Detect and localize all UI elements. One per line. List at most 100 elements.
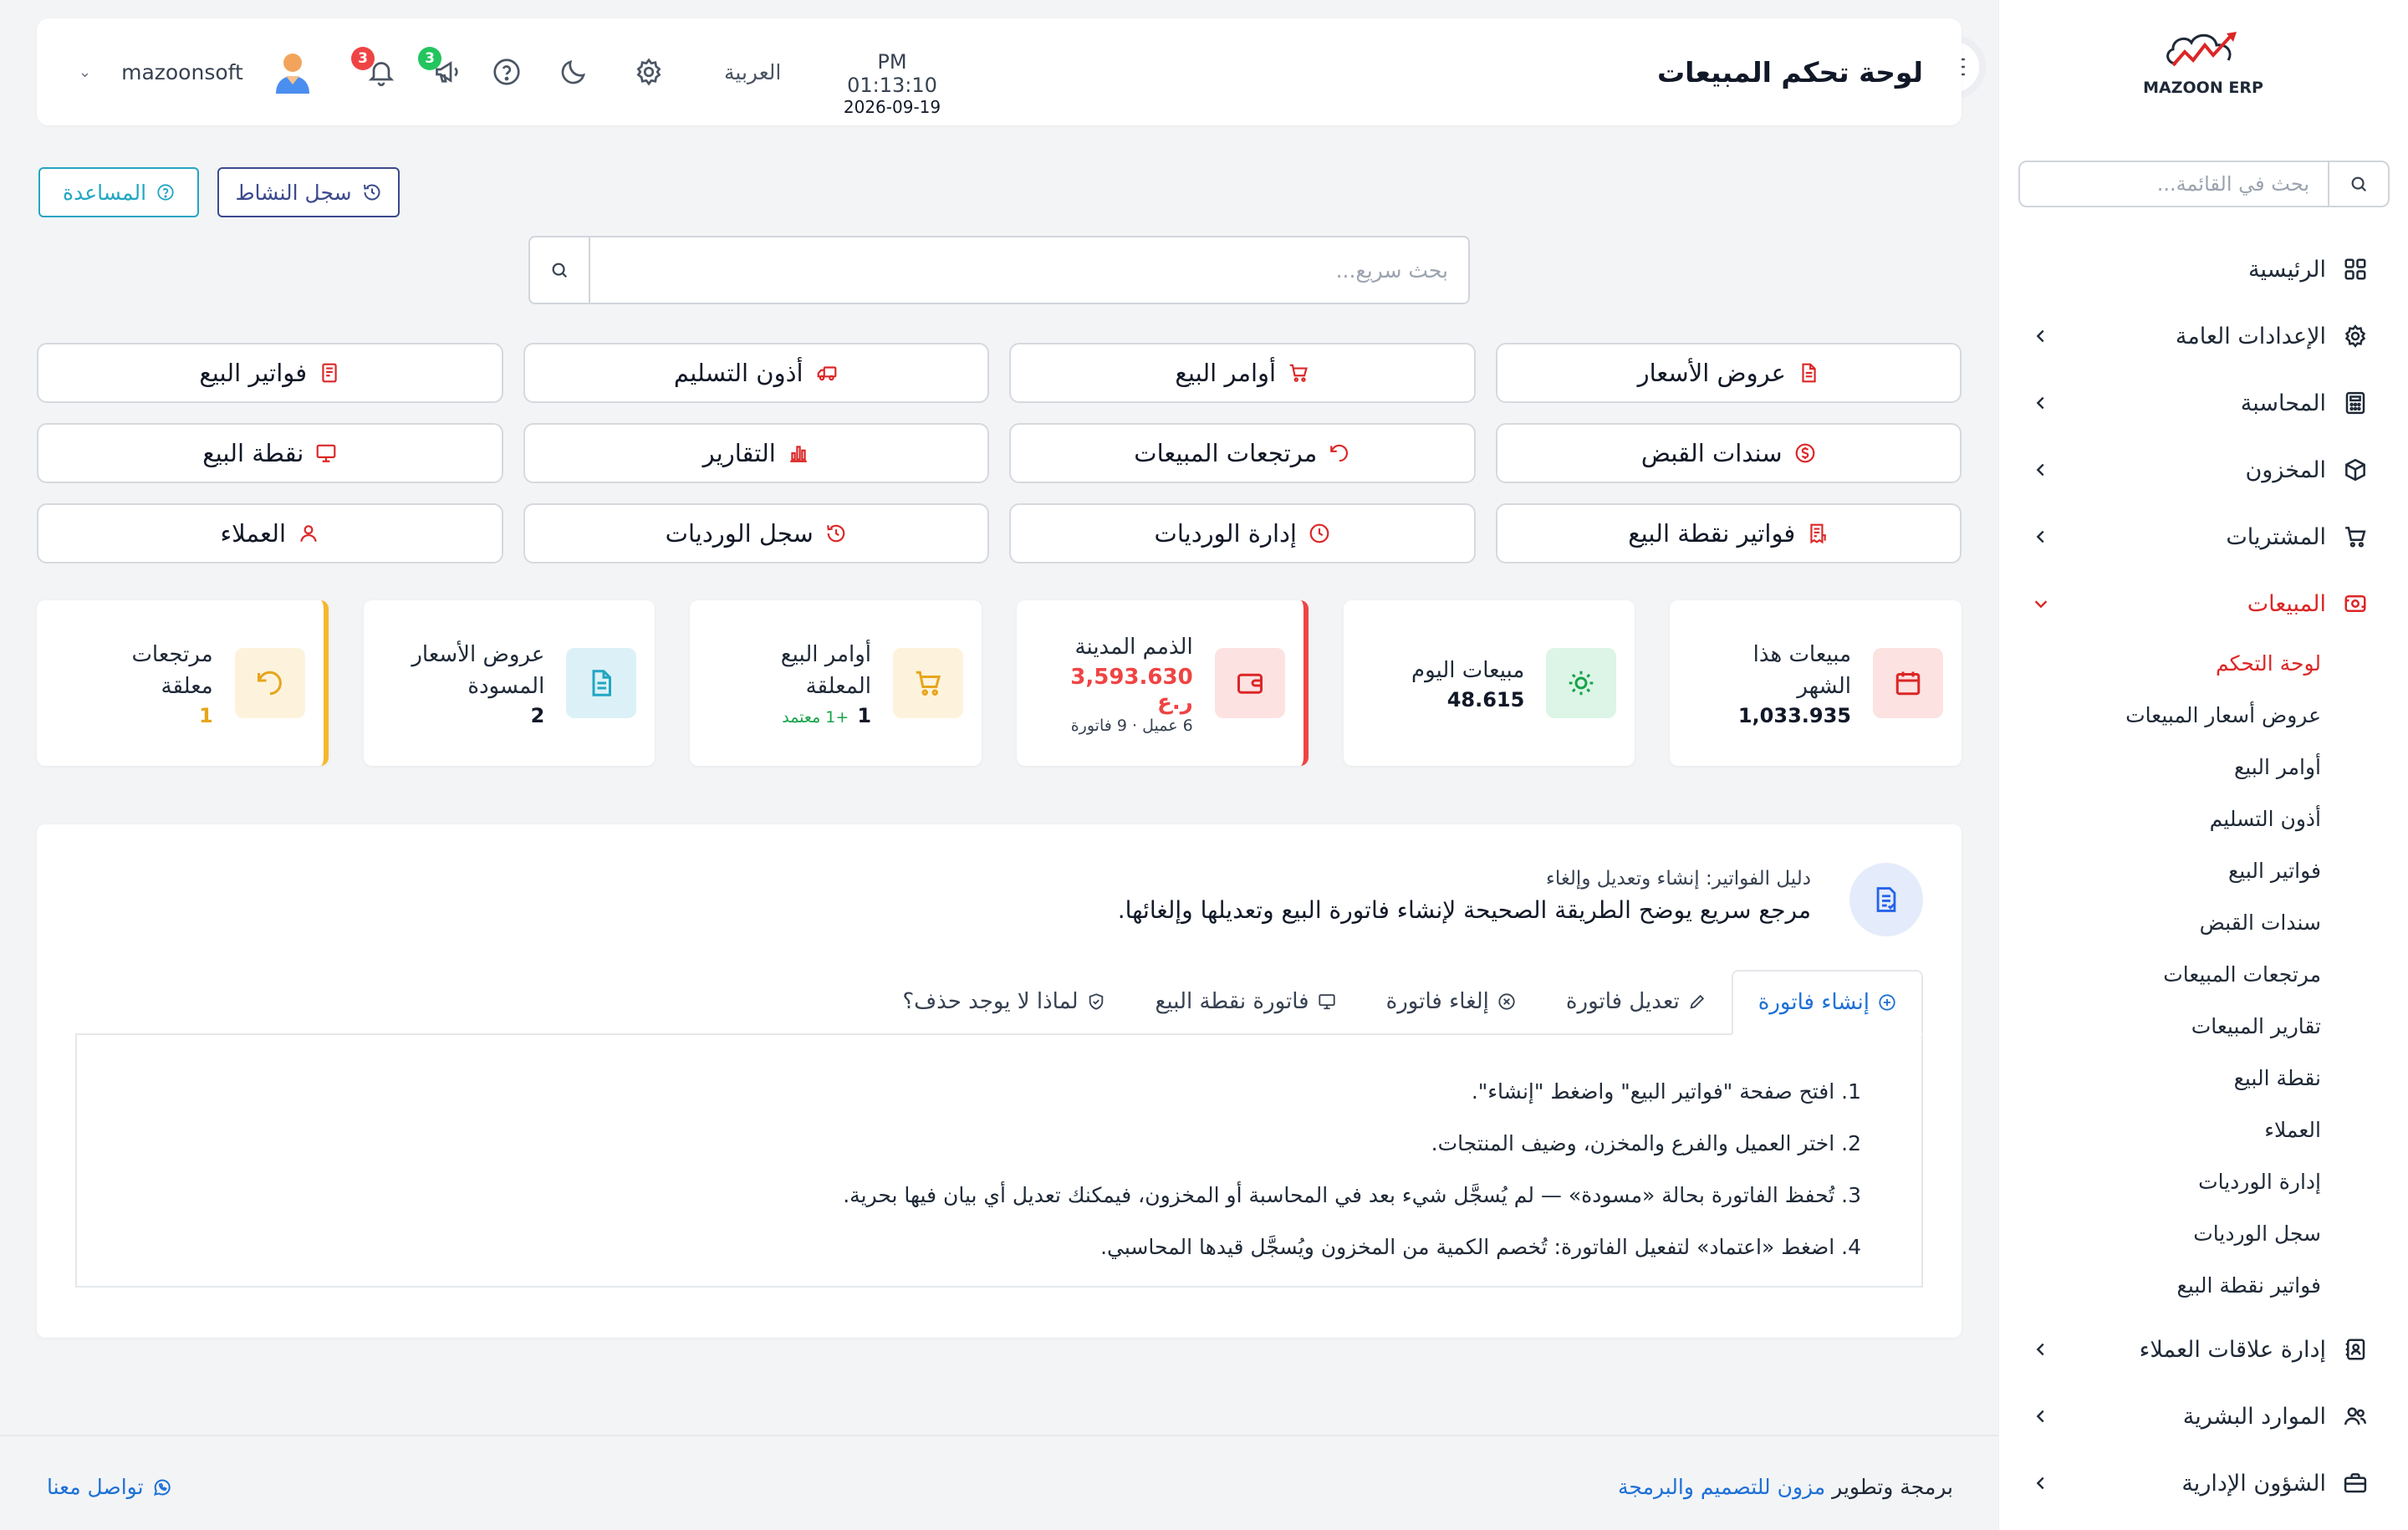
quick-link-reports[interactable]: التقارير [523,423,989,483]
quick-search-input[interactable] [590,237,1468,303]
stat-label: عروض الأسعار المسودة [411,642,545,699]
tab-edit-invoice[interactable]: تعديل فاتورة [1541,970,1732,1033]
quick-link-sales-orders[interactable]: أوامر البيع [1009,343,1476,403]
quick-link-label: نقطة البيع [202,439,304,467]
contact-us-link[interactable]: تواصل معنا [47,1475,172,1499]
stat-card-pending-returns[interactable]: مرتجعات معلقة 1 [37,600,329,766]
shield-check-icon [1089,993,1103,1010]
sidebar-item-settings[interactable]: الإعدادات العامة [1998,303,2408,370]
quick-link-label: فواتير نقطة البيع [1628,519,1796,548]
settings-button[interactable] [630,54,667,90]
tab-pos-invoice[interactable]: فاتورة نقطة البيع [1130,970,1361,1033]
submenu-item-delivery-notes[interactable]: أذون التسليم [1998,793,2408,844]
help-button[interactable] [488,54,525,90]
contacts-icon [2345,1339,2365,1360]
footer-brand-link[interactable]: مزون للتصميم والبرمجة [1618,1475,1825,1499]
stat-card-today-sales[interactable]: مبيعات اليوم 48.615 [1343,600,1635,766]
help-guide-button[interactable]: المساعدة [38,167,199,217]
moon-icon [561,60,585,84]
quick-link-invoices[interactable]: فواتير البيع [37,343,503,403]
sidebar-item-home[interactable]: الرئيسية [1998,236,2408,303]
history-icon [363,184,380,201]
quick-link-label: العملاء [220,519,287,548]
list-item: 3. تُحفظ الفاتورة بحالة «مسودة» — لم يُس… [843,1182,1861,1207]
notifications-badge: 3 [351,47,375,70]
quick-link-label: عروض الأسعار [1637,359,1786,387]
quick-link-customers[interactable]: العملاء [37,503,503,564]
stat-value: 1,033.935 [1737,704,1851,727]
sidebar-item-hr[interactable]: الموارد البشرية [1998,1383,2408,1450]
sidebar-item-label: المحاسبة [2240,390,2326,416]
announcements-button[interactable]: 3 [418,47,467,90]
search-icon[interactable] [2328,162,2388,206]
tab-cancel-invoice[interactable]: إلغاء فاتورة [1361,970,1541,1033]
document-icon [1802,363,1816,383]
announcements-badge: 3 [418,47,441,70]
sidebar-menu: الرئيسية الإعدادات العامة المحاسبة المخز… [1998,236,2408,1517]
submenu-item-reports[interactable]: تقارير المبيعات [1998,1000,2408,1052]
stat-card-month-sales[interactable]: مبيعات هذا الشهر 1,033.935 [1670,600,1962,766]
stat-label: الذمم المدينة [1074,635,1193,660]
quick-link-pos[interactable]: نقطة البيع [37,423,503,483]
footer-credit-prefix: برمجة وتطوير [1832,1475,1953,1499]
sidebar-item-label: الموارد البشرية [2182,1403,2326,1430]
quick-link-delivery-notes[interactable]: أذون التسليم [523,343,989,403]
language-switcher[interactable]: العربية [724,18,781,125]
submenu-item-sales-orders[interactable]: أوامر البيع [1998,741,2408,793]
company-logo[interactable]: MAZOON ERP [2132,27,2274,97]
submenu-item-shift-management[interactable]: إدارة الورديات [1998,1155,2408,1207]
submenu-item-invoices[interactable]: فواتير البيع [1998,844,2408,896]
submenu-item-quotations[interactable]: عروض أسعار المبيعات [1998,689,2408,741]
quick-link-label: التقارير [702,439,776,467]
sidebar-item-purchases[interactable]: المشتريات [1998,503,2408,570]
submenu-item-pos-invoices[interactable]: فواتير نقطة البيع [1998,1259,2408,1311]
calculator-icon [2345,391,2365,415]
gear-icon [636,58,661,86]
invoice-icon [322,363,337,383]
quick-link-returns[interactable]: مرتجعات المبيعات [1009,423,1476,483]
list-item: 1. افتح صفحة "فواتير البيع" واضغط "إنشاء… [1471,1079,1861,1104]
top-header: لوحة تحكم المبيعات PM 01:13:10 2026-09-1… [37,18,1962,125]
submenu-item-dashboard[interactable]: لوحة التحكم [1998,637,2408,689]
sidebar-item-sales[interactable]: المبيعات [1998,570,2408,637]
stat-card-pending-orders[interactable]: أوامر البيع المعلقة 1 +1 معتمد [690,600,982,766]
submenu-item-pos[interactable]: نقطة البيع [1998,1052,2408,1104]
quick-link-label: سندات القبض [1640,439,1783,467]
sidebar-item-admin[interactable]: الشؤون الإدارية [1998,1450,2408,1517]
sidebar-search-input[interactable] [2020,172,2328,196]
user-menu[interactable]: ⌄ mazoonsoft [79,18,312,125]
quick-link-receipts[interactable]: سندات القبض [1495,423,1962,483]
sidebar-item-inventory[interactable]: المخزون [1998,436,2408,503]
search-icon[interactable] [530,237,590,303]
page-title: لوحة تحكم المبيعات [1656,55,1923,89]
submenu-item-returns[interactable]: مرتجعات المبيعات [1998,948,2408,1000]
submenu-item-receipts[interactable]: سندات القبض [1998,896,2408,948]
stat-card-draft-quotes[interactable]: عروض الأسعار المسودة 2 [363,600,656,766]
tab-why-no-delete[interactable]: لماذا لا يوجد حذف؟ [877,970,1130,1033]
sidebar-item-label: المشتريات [2226,523,2326,550]
calendar-icon [1873,648,1943,718]
list-item: 4. اضغط «اعتماد» لتفعيل الفاتورة: تُخصم … [1100,1234,1861,1259]
notifications-button[interactable]: 3 [351,47,400,90]
cart-icon [2345,527,2366,548]
quick-link-quotations[interactable]: عروض الأسعار [1495,343,1962,403]
steps-list: 1. افتح صفحة "فواتير البيع" واضغط "إنشاء… [77,1035,1921,1272]
quick-link-pos-invoices[interactable]: فواتير نقطة البيع [1495,503,1962,564]
sidebar-item-crm[interactable]: إدارة علاقات العملاء [1998,1316,2408,1383]
stat-card-receivables[interactable]: الذمم المدينة 3,593.630 ر.ع 6 عميل · 9 ف… [1017,600,1309,766]
cart-icon [893,648,964,718]
sidebar-item-accounting[interactable]: المحاسبة [1998,370,2408,436]
receipt-icon [1810,523,1827,544]
quick-link-label: أذون التسليم [673,359,804,387]
activity-log-button[interactable]: سجل النشاط [217,167,400,217]
avatar [275,54,309,94]
quick-link-shift-management[interactable]: إدارة الورديات [1009,503,1476,564]
quick-link-shift-log[interactable]: سجل الورديات [523,503,989,564]
submenu-item-customers[interactable]: العملاء [1998,1104,2408,1155]
stat-meta: +1 معتمد [782,708,849,727]
guide-tabs: إنشاء فاتورة تعديل فاتورة إلغاء فاتورة ف… [75,970,1923,1035]
submenu-item-shift-log[interactable]: سجل الورديات [1998,1207,2408,1259]
stat-label: مبيعات هذا الشهر [1752,642,1851,699]
dark-mode-toggle[interactable] [555,54,592,90]
tab-create-invoice[interactable]: إنشاء فاتورة [1731,970,1923,1035]
